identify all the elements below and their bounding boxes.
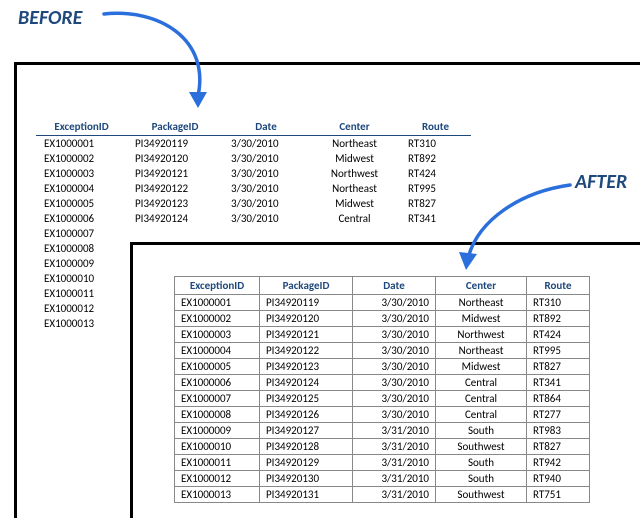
after-arrow-icon xyxy=(0,0,640,518)
